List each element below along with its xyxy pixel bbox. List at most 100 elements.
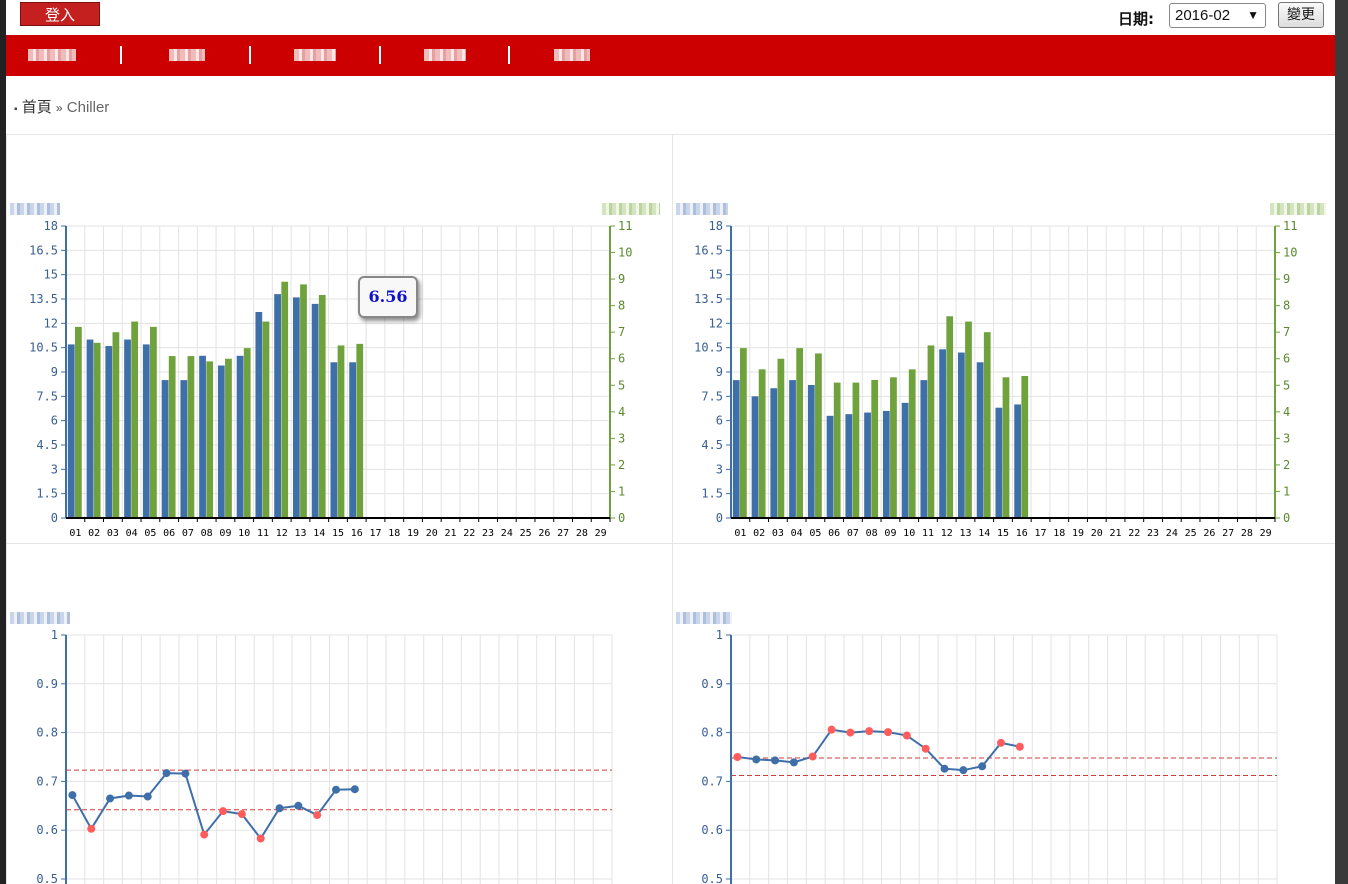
chart1-right-tick-label: 6: [618, 352, 625, 366]
chart2-x-tick-label: 13: [959, 528, 971, 539]
chart1-bar-blue: [180, 380, 188, 518]
chart2-x-tick-label: 09: [884, 528, 896, 539]
chart2-x-tick-label: 11: [922, 528, 934, 539]
chart2-bar-green: [852, 382, 860, 518]
chart2-bar-blue: [845, 414, 853, 518]
chart1-left-tick-label: 16.5: [29, 243, 58, 257]
chart2-bar-green: [1021, 375, 1029, 518]
chart3-point-out-of-range: [256, 834, 265, 843]
chart1-x-tick-label: 28: [576, 528, 588, 539]
chart1-left-tick-label: 9: [51, 365, 58, 379]
chart2-bar-green: [758, 369, 766, 518]
chart3-point-out-of-range: [313, 811, 322, 820]
chart1-x-tick-label: 26: [538, 528, 550, 539]
chart1-x-tick-label: 21: [445, 528, 457, 539]
chart4-point: [771, 756, 780, 765]
chart4-y-tick-label: 0.6: [701, 823, 723, 837]
chart2-x-tick-label: 29: [1260, 528, 1272, 539]
chart2-x-tick-label: 17: [1034, 528, 1046, 539]
chart4-point-out-of-range: [997, 738, 1005, 747]
chart2-x-tick-label: 10: [903, 528, 915, 539]
chart2-bar-blue: [1014, 404, 1022, 518]
chart2-bar-blue: [957, 352, 965, 518]
chart4-y-tick-label: 0.8: [701, 726, 723, 740]
chart1-bar-green: [131, 321, 139, 518]
chart1-bar-blue: [67, 344, 75, 518]
chart1-bar-green: [225, 358, 232, 518]
chart3-y-tick-label: 0.6: [36, 823, 58, 837]
chart4-series-line: [737, 728, 1021, 772]
chart3-point: [181, 769, 190, 778]
chart3-point-out-of-range: [87, 824, 96, 833]
chart2-left-tick-label: 4.5: [701, 438, 723, 452]
chart1-left-tick-label: 0: [51, 511, 58, 525]
chart2-bar-green: [946, 316, 954, 518]
chart2-left-tick-label: 1.5: [701, 487, 723, 501]
chart2-x-tick-label: 21: [1110, 528, 1122, 539]
chart1-x-tick-label: 29: [595, 528, 607, 539]
chart1-x-tick-label: 22: [463, 528, 475, 539]
chart2-bar-green: [815, 353, 822, 518]
chart2-bar-green: [740, 348, 747, 518]
chart2-x-tick-label: 15: [997, 528, 1009, 539]
chart1-left-tick-label: 15: [44, 268, 58, 282]
chart2-x-tick-label: 23: [1147, 528, 1159, 539]
chart2-right-tick-label: 0: [1283, 511, 1290, 525]
chart2-right-tick-label: 10: [1283, 246, 1297, 260]
chart3-point: [294, 801, 303, 810]
chart1-x-tick-label: 05: [144, 528, 156, 539]
chart1-x-tick-label: 02: [88, 528, 100, 539]
chart1-x-tick-label: 18: [388, 528, 400, 539]
chart2-bar-green: [927, 345, 935, 518]
chart1-bar-green: [337, 345, 345, 518]
chart2-left-tick-label: 0: [716, 511, 723, 525]
chart2-bar-blue: [995, 407, 1003, 518]
chart3-y-tick-label: 1: [51, 628, 58, 642]
chart4-point-out-of-range: [884, 728, 893, 737]
chart2-x-tick-label: 19: [1072, 528, 1084, 539]
chart4-point-out-of-range: [808, 752, 817, 761]
chart1-bar-green: [93, 342, 101, 518]
chart4-point-out-of-range: [865, 727, 874, 736]
chart1-bar-blue: [255, 311, 263, 518]
chart2-left-tick-label: 9: [716, 365, 723, 379]
chart2-bar-blue: [770, 388, 778, 518]
chart4-y-tick-label: 1: [716, 628, 723, 642]
chart2-bar-blue: [920, 380, 928, 518]
chart1-right-tick-label: 7: [618, 325, 625, 339]
chart1-bar-green: [318, 295, 326, 518]
chart2-bar-green: [890, 377, 897, 518]
chart2-left-tick-label: 12: [709, 316, 723, 330]
chart1-bar-green: [75, 326, 82, 518]
chart2-bar-green: [796, 348, 804, 518]
chart2-bar-blue: [939, 349, 946, 518]
chart1-bar-green: [300, 284, 307, 518]
chart2-x-tick-label: 24: [1166, 528, 1178, 539]
chart2-x-tick-label: 28: [1241, 528, 1253, 539]
chart1-bar-green: [168, 356, 176, 518]
chart2-right-tick-label: 6: [1283, 352, 1290, 366]
chart1-right-tick-label: 1: [618, 484, 625, 498]
chart4-y-tick-label: 0.5: [701, 872, 723, 884]
chart2-right-tick-label: 2: [1283, 458, 1290, 472]
chart2-right-tick-label: 1: [1283, 484, 1290, 498]
chart2-left-tick-label: 13.5: [694, 292, 723, 306]
chart3-point: [275, 804, 284, 813]
chart1-left-tick-label: 10.5: [29, 341, 58, 355]
chart1-x-tick-label: 17: [369, 528, 381, 539]
chart3-y-tick-label: 0.9: [36, 677, 58, 691]
chart1-left-tick-label: 1.5: [36, 487, 58, 501]
chart1-x-tick-label: 20: [426, 528, 438, 539]
chart1-x-tick-label: 07: [182, 528, 194, 539]
chart2-bar-green: [833, 382, 841, 518]
chart1-x-tick-label: 13: [294, 528, 306, 539]
chart2-bar-blue: [732, 380, 740, 518]
chart3-point: [124, 791, 133, 800]
chart1-x-tick-label: 09: [219, 528, 231, 539]
chart1-x-tick-label: 10: [238, 528, 250, 539]
chart2-bar-blue: [807, 384, 815, 518]
chart1-bar-blue: [217, 365, 225, 518]
chart1-left-tick-label: 12: [44, 316, 58, 330]
chart1-x-tick-label: 04: [126, 528, 138, 539]
chart3-y-tick-label: 0.5: [36, 872, 58, 884]
